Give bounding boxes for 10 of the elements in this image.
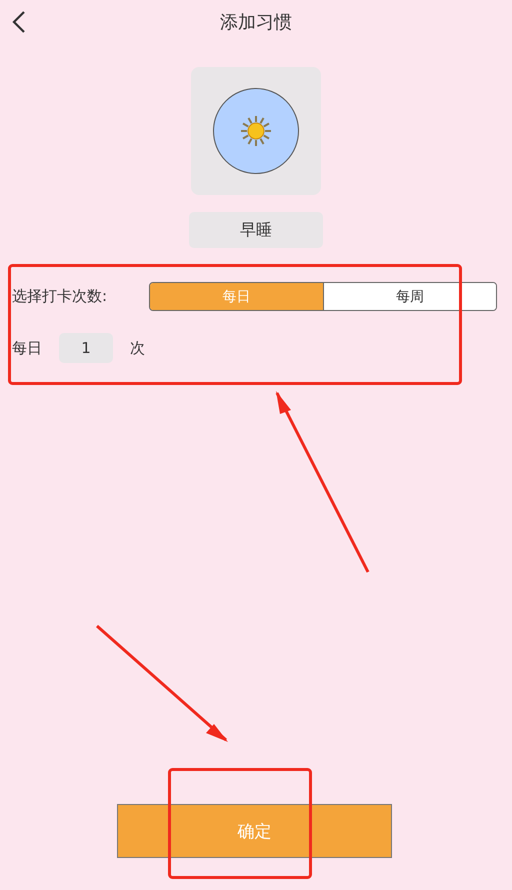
frequency-tab[interactable]: 每周 — [322, 283, 496, 310]
count-prefix: 每日 — [12, 338, 42, 358]
page-title: 添加习惯 — [220, 11, 292, 34]
frequency-label: 选择打卡次数: — [12, 287, 108, 306]
sun-icon — [238, 113, 274, 149]
habit-icon-card[interactable] — [191, 67, 321, 195]
habit-name[interactable]: 早睡 — [189, 212, 323, 248]
count-unit: 次 — [130, 338, 145, 358]
back-icon[interactable] — [10, 10, 28, 34]
count-field[interactable]: 1 — [59, 333, 113, 363]
